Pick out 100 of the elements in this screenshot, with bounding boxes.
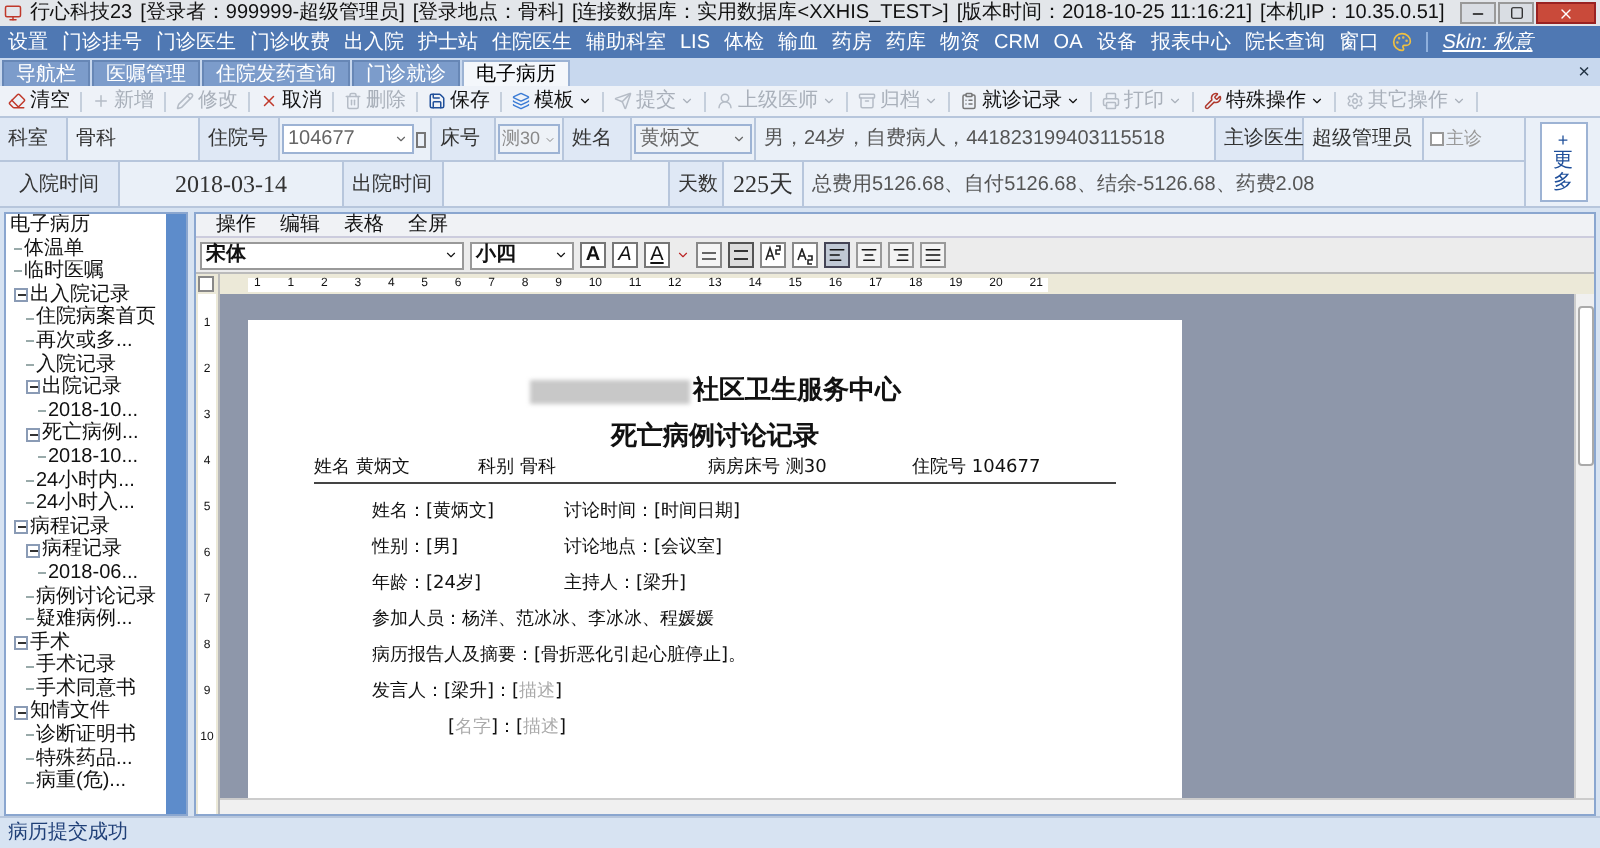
align-justify-icon[interactable] <box>920 242 946 268</box>
caret-icon <box>554 248 568 262</box>
tree-item[interactable]: 再次或多... <box>36 329 133 354</box>
toolbar-button[interactable]: 模板 <box>508 86 596 116</box>
tree-item[interactable]: 疑难病例... <box>36 608 133 632</box>
tree-item[interactable]: 体温单 <box>24 237 84 261</box>
menu-item[interactable]: 门诊收费 <box>250 27 330 57</box>
menu-item[interactable]: 物资 <box>940 27 981 57</box>
close-tab-button[interactable]: × <box>1578 62 1598 86</box>
tree-item[interactable]: 死亡病例... <box>42 422 139 446</box>
line-spacing-button[interactable] <box>696 242 722 268</box>
menu-item[interactable]: 住院医生 <box>492 27 572 57</box>
menu-item[interactable]: 药库 <box>886 27 927 57</box>
caret-icon <box>680 94 694 108</box>
field-label: 姓名 <box>564 118 632 160</box>
align-left-icon[interactable] <box>824 242 850 268</box>
tree-item[interactable]: 病程记录 <box>30 515 110 539</box>
ruler-corner-icon[interactable] <box>198 276 214 292</box>
checkbox[interactable] <box>1430 132 1444 146</box>
title-info: [本机IP：10.35.0.51] <box>1260 0 1445 28</box>
collapse-icon[interactable] <box>14 635 28 650</box>
tab[interactable]: 电子病历 <box>462 60 570 86</box>
menu-item[interactable]: 报表中心 <box>1150 27 1231 57</box>
menu-item[interactable]: 出入院 <box>344 27 404 57</box>
font-size-dropdown[interactable]: 小四 <box>470 241 574 269</box>
tree-item[interactable]: 24小时入... <box>36 492 135 516</box>
align-center-icon[interactable] <box>856 242 882 268</box>
tree-item[interactable]: 知情文件 <box>30 700 110 725</box>
tree-item[interactable]: 病程记录 <box>42 538 122 562</box>
collapse-icon[interactable] <box>14 520 28 535</box>
subscript-icon[interactable] <box>792 242 818 268</box>
menu-item[interactable]: 护士站 <box>418 27 478 57</box>
collapse-icon[interactable] <box>26 427 40 442</box>
tree-root[interactable]: 电子病历 <box>10 214 166 238</box>
tree-item[interactable]: 临时医嘱 <box>24 260 104 284</box>
editor-menu-item[interactable]: 编辑 <box>280 210 320 240</box>
tree-item[interactable]: 入院记录 <box>36 353 116 377</box>
tree-item[interactable]: 2018-06... <box>48 561 139 585</box>
collapse-icon[interactable] <box>26 543 40 558</box>
tree-item[interactable]: 手术记录 <box>36 654 116 678</box>
close-button[interactable] <box>1536 2 1596 24</box>
menu-item[interactable]: CRM <box>994 27 1040 57</box>
collapse-icon[interactable] <box>26 380 40 395</box>
format-button[interactable]: A <box>644 242 670 268</box>
align-right-icon[interactable] <box>888 242 914 268</box>
color-caret-icon[interactable] <box>676 248 690 262</box>
format-button[interactable]: A <box>580 242 606 268</box>
tree-item[interactable]: 出院记录 <box>42 376 122 400</box>
menu-item[interactable]: OA <box>1053 27 1083 57</box>
toolbar-button[interactable]: 清空 <box>4 86 74 116</box>
tree-item[interactable]: 2018-10... <box>48 445 139 470</box>
tree-item[interactable]: 出入院记录 <box>30 283 130 307</box>
superscript-icon[interactable] <box>760 242 786 268</box>
vertical-scrollbar[interactable] <box>1574 294 1594 798</box>
menu-item[interactable]: 窗口 <box>1338 27 1379 57</box>
skin-link[interactable]: Skin: 秋意 <box>1442 27 1533 57</box>
eraser-icon <box>8 92 26 110</box>
toolbar-button[interactable]: 保存 <box>424 86 494 116</box>
menu-item[interactable]: 门诊医生 <box>156 27 236 57</box>
tree-item[interactable]: 24小时内... <box>36 469 135 493</box>
menu-item[interactable]: 输血 <box>778 27 819 57</box>
menu-item[interactable]: LIS <box>680 27 711 57</box>
tree-item[interactable]: 住院病案首页 <box>36 306 156 330</box>
maximize-button[interactable] <box>1498 2 1534 24</box>
tree-item[interactable]: 手术 <box>30 631 70 655</box>
more-button[interactable]: + 更多 <box>1539 122 1587 202</box>
editor-menu-item[interactable]: 表格 <box>344 210 384 240</box>
toolbar-button[interactable]: 特殊操作 <box>1200 86 1328 116</box>
tree-item[interactable]: 诊断证明书 <box>36 724 136 748</box>
collapse-icon[interactable] <box>14 288 28 303</box>
scrollbar[interactable] <box>166 214 186 814</box>
format-button[interactable]: A <box>612 242 638 268</box>
title-info: [连接数据库：实用数据库<XXHIS_TEST>] <box>571 0 949 28</box>
palette-icon[interactable] <box>1392 32 1413 52</box>
menu-item[interactable]: 辅助科室 <box>586 27 666 57</box>
menu-item[interactable]: 院长查询 <box>1244 27 1325 57</box>
menu-item[interactable]: 设备 <box>1096 27 1137 57</box>
inpatient-number-dropdown[interactable]: 104677 <box>282 124 414 154</box>
editor-menu-item[interactable]: 操作 <box>216 210 256 240</box>
menu-item[interactable]: 门诊挂号 <box>62 27 142 57</box>
tree-item[interactable]: 病例讨论记录 <box>36 585 156 609</box>
tree-item[interactable]: 2018-10... <box>48 399 139 423</box>
title-info: [登录者：999999-超级管理员] <box>140 0 405 28</box>
minimize-button[interactable] <box>1460 2 1496 24</box>
menu-item[interactable]: 体检 <box>724 27 765 57</box>
editor-menu-item[interactable]: 全屏 <box>408 210 448 240</box>
font-dropdown[interactable]: 宋体 <box>200 241 464 269</box>
line-spacing-button[interactable] <box>728 242 754 268</box>
field-label: 出院时间 <box>344 162 444 206</box>
collapse-icon[interactable] <box>14 705 28 720</box>
toolbar-button[interactable]: 取消 <box>256 86 326 116</box>
toolbar-button[interactable]: 就诊记录 <box>956 86 1084 116</box>
plus-icon <box>92 92 110 110</box>
tree-item[interactable]: 病重(危)... <box>36 770 126 794</box>
tree-item[interactable]: 手术同意书 <box>36 677 136 701</box>
name-dropdown[interactable]: 黄炳文 <box>634 124 752 154</box>
document-text: [名字]：[描述] <box>446 716 567 743</box>
menu-item[interactable]: 药房 <box>832 27 873 57</box>
tree-item[interactable]: 特殊药品... <box>36 747 133 771</box>
menu-item[interactable]: 设置 <box>8 27 48 57</box>
